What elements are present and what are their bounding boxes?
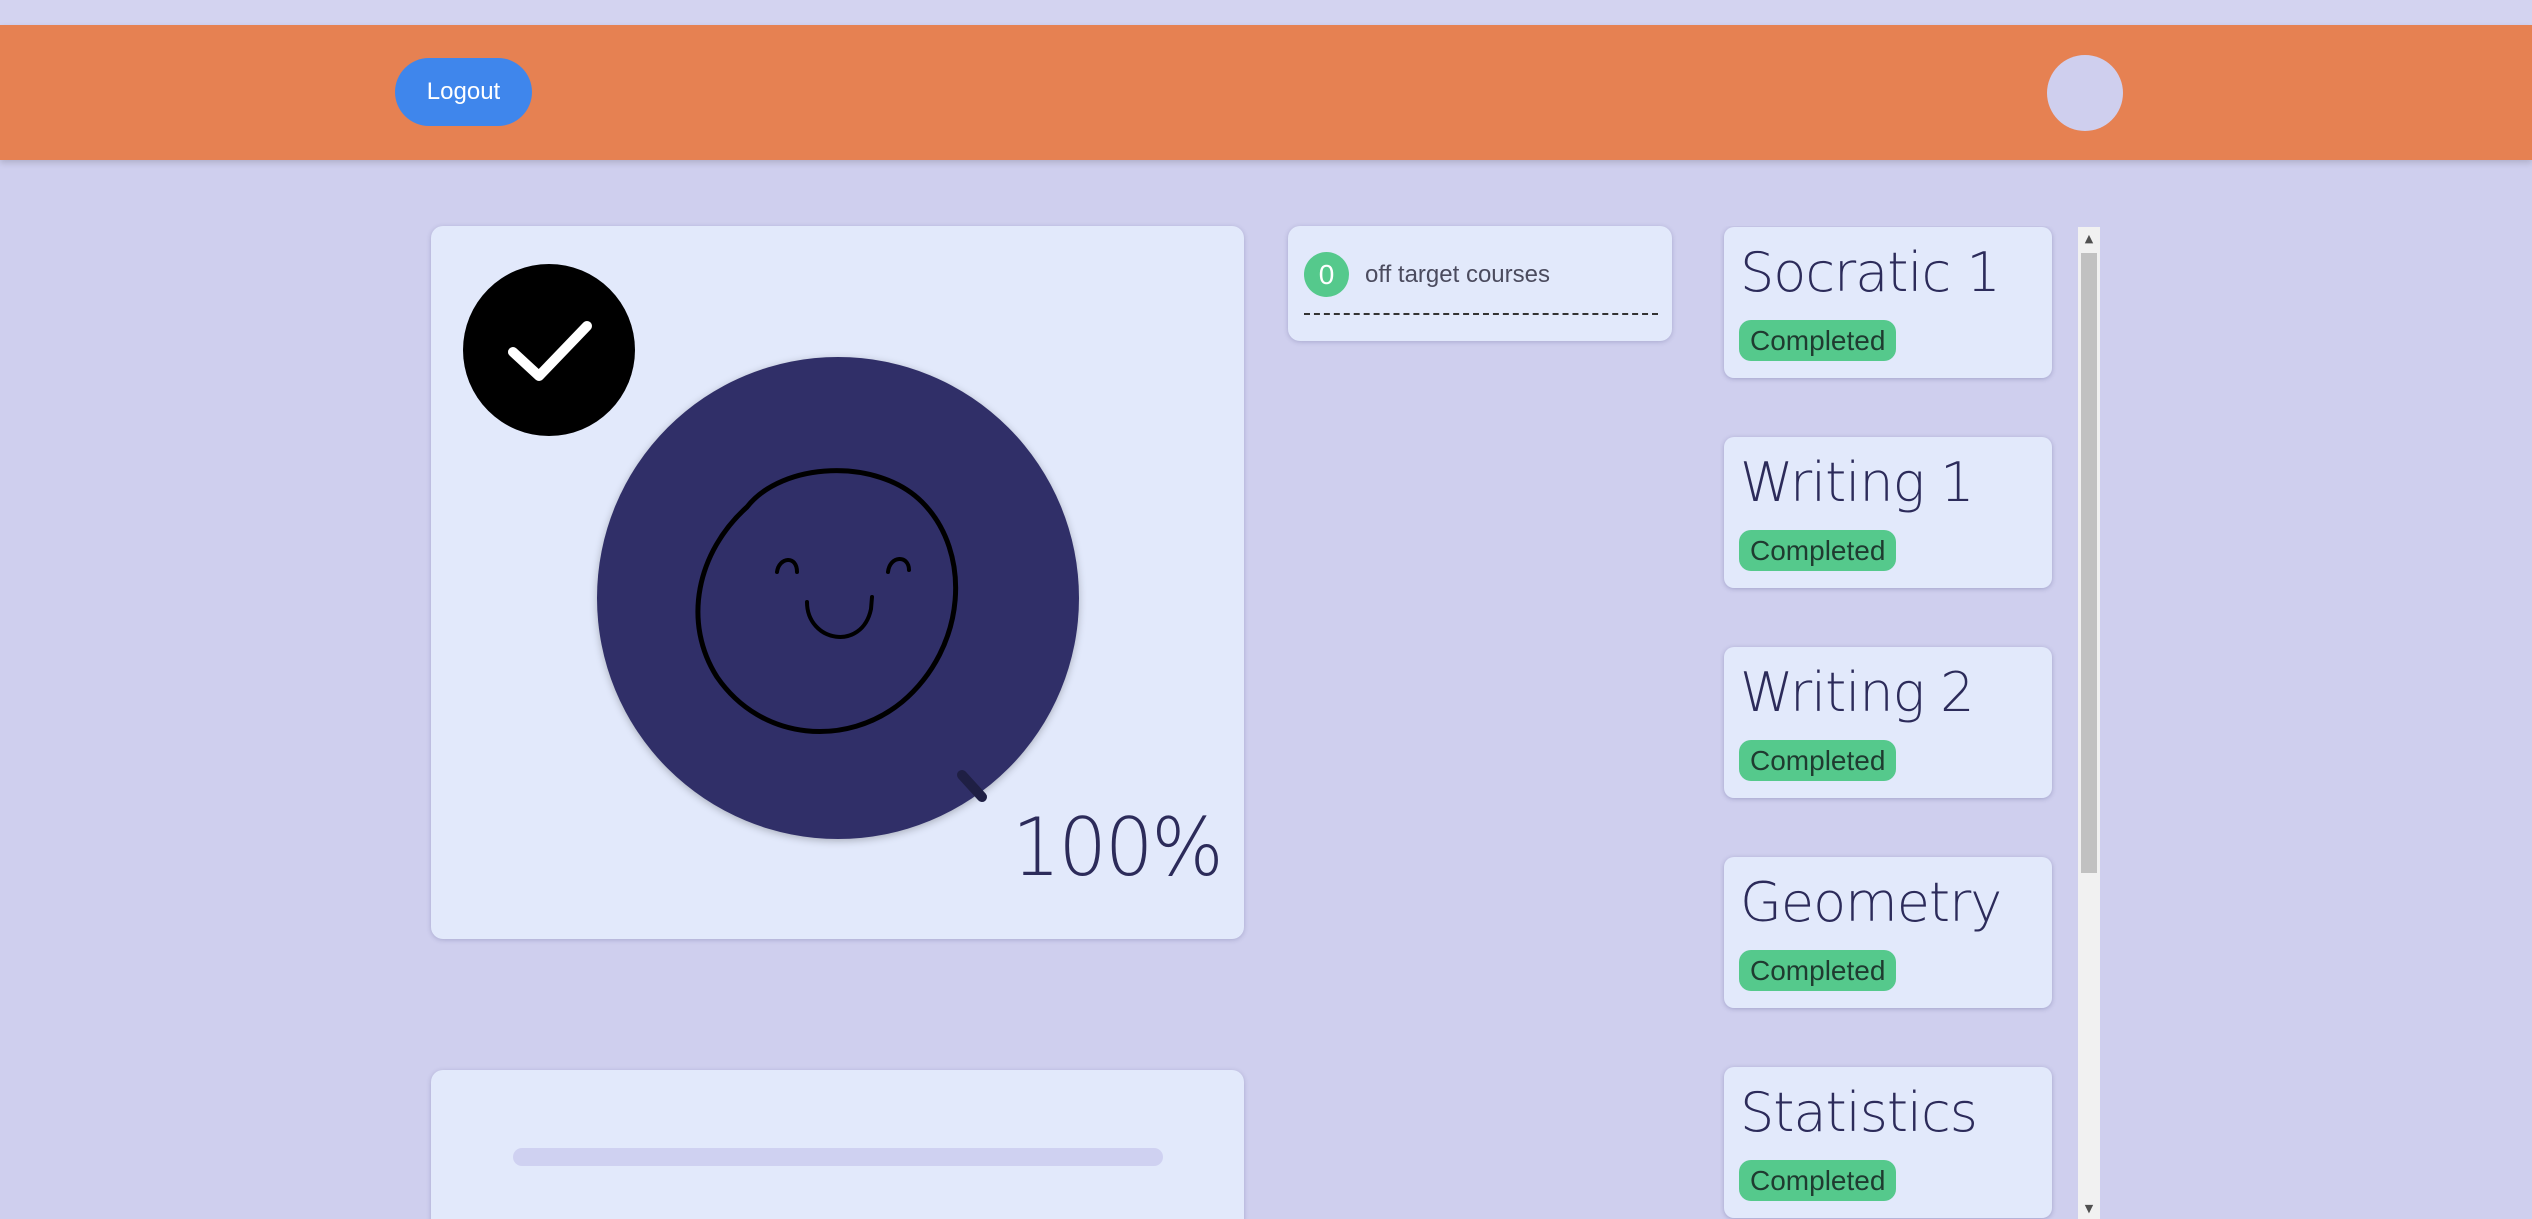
off-target-card: 0 off target courses <box>1288 226 1672 341</box>
course-list[interactable]: Socratic 1 Completed Writing 1 Completed… <box>1720 226 2100 1219</box>
progress-percent: 100% <box>1012 801 1224 894</box>
scroll-down-icon[interactable]: ▼ <box>2078 1197 2100 1219</box>
course-title: Socratic 1 <box>1740 241 2001 304</box>
course-card[interactable]: Socratic 1 Completed <box>1724 227 2052 378</box>
course-title: Writing 2 <box>1740 661 1974 724</box>
off-target-row: 0 off target courses <box>1304 252 1550 297</box>
dashed-divider <box>1304 313 1658 315</box>
placeholder-bar <box>513 1148 1163 1166</box>
course-title: Statistics <box>1740 1081 1978 1144</box>
browser-top-strip <box>0 0 2532 25</box>
progress-card: 100% <box>431 226 1244 939</box>
status-badge: Completed <box>1739 1160 1897 1201</box>
progress-circle <box>597 357 1079 839</box>
course-card[interactable]: Writing 1 Completed <box>1724 437 2052 588</box>
status-badge: Completed <box>1739 740 1897 781</box>
status-badge: Completed <box>1739 530 1897 571</box>
avatar[interactable] <box>2047 55 2123 131</box>
off-target-count: 0 <box>1304 252 1349 297</box>
logout-button[interactable]: Logout <box>395 58 532 126</box>
status-badge: Completed <box>1739 320 1897 361</box>
course-title: Writing 1 <box>1740 451 1974 514</box>
scroll-thumb[interactable] <box>2081 253 2097 873</box>
smiley-face-icon <box>695 468 987 802</box>
course-card[interactable]: Writing 2 Completed <box>1724 647 2052 798</box>
course-card[interactable]: Statistics Completed <box>1724 1067 2052 1218</box>
scroll-up-icon[interactable]: ▲ <box>2078 227 2100 249</box>
status-badge: Completed <box>1739 950 1897 991</box>
course-card[interactable]: Geometry Completed <box>1724 857 2052 1008</box>
top-header-bar: Logout <box>0 25 2532 160</box>
course-title: Geometry <box>1740 871 2002 934</box>
course-list-scrollbar[interactable]: ▲ ▼ <box>2078 227 2100 1219</box>
secondary-card <box>431 1070 1244 1219</box>
off-target-label: off target courses <box>1365 260 1550 288</box>
